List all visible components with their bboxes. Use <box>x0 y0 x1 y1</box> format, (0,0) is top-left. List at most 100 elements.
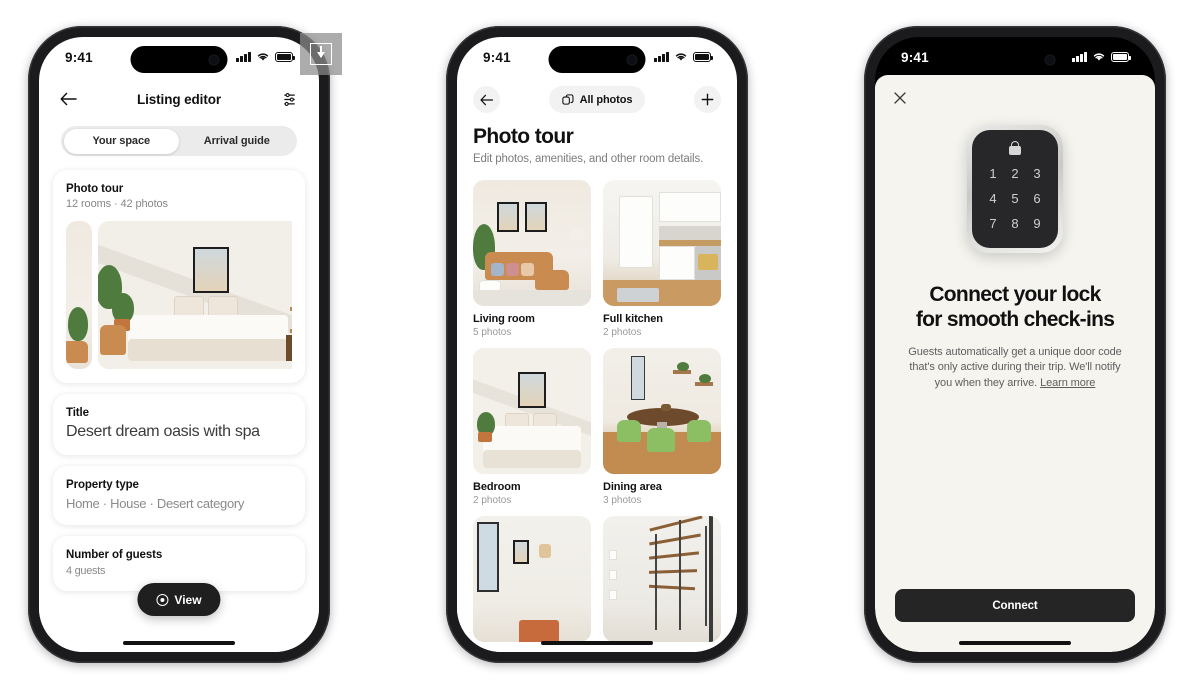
keypad-key: 3 <box>1033 166 1041 181</box>
keypad-key: 5 <box>1011 191 1019 206</box>
phone-1-screen: 9:41 Listing editor Your space Arrival g… <box>39 37 319 652</box>
room-tile-bedroom[interactable]: Bedroom 2 photos <box>473 348 591 506</box>
keypad-key: 1 <box>989 166 997 181</box>
room-photo[interactable] <box>473 516 591 642</box>
room-tile-dining-area[interactable]: Dining area 3 photos <box>603 348 721 506</box>
room-grid: Living room 5 photos Full kitchen 2 phot… <box>473 180 721 649</box>
keypad-key: 9 <box>1033 216 1041 231</box>
connect-button[interactable]: Connect <box>895 589 1135 622</box>
photos-stack-icon <box>561 93 574 105</box>
home-indicator <box>541 640 653 645</box>
lock-keypad-face: 1 2 3 4 5 6 7 8 9 <box>972 130 1058 248</box>
plus-icon[interactable] <box>694 86 721 113</box>
room-photo-count: 2 photos <box>473 495 512 506</box>
home-indicator <box>123 640 235 645</box>
carousel-photo-prev[interactable] <box>66 221 92 369</box>
card-title: Title <box>66 407 89 419</box>
view-button[interactable]: View <box>137 583 221 616</box>
page-subheading: Edit photos, amenities, and other room d… <box>473 153 704 165</box>
wifi-icon <box>675 53 687 61</box>
keypad-key: 6 <box>1033 191 1041 206</box>
room-name: Bedroom <box>473 481 521 493</box>
phone-3-connect-lock: 9:41 1 2 3 4 5 6 7 8 9 Connect your lock… <box>864 26 1166 663</box>
card-title: Photo tour <box>66 183 124 195</box>
cellular-signal-icon <box>654 51 669 62</box>
carousel-photo-current[interactable] <box>98 221 292 369</box>
card-value: Home · House · Desert category <box>66 496 245 511</box>
keypad-key: 4 <box>989 191 997 206</box>
card-title: Number of guests <box>66 549 163 561</box>
close-icon[interactable] <box>893 91 911 109</box>
room-photo[interactable] <box>473 180 591 306</box>
room-photo[interactable] <box>603 180 721 306</box>
tab-arrival-guide[interactable]: Arrival guide <box>179 129 295 154</box>
keypad-key: 7 <box>989 216 997 231</box>
room-tile-living-room[interactable]: Living room 5 photos <box>473 180 591 338</box>
battery-icon <box>275 51 296 62</box>
card-title-field[interactable]: Title Desert dream oasis with spa <box>53 394 305 455</box>
segmented-control[interactable]: Your space Arrival guide <box>61 126 297 156</box>
title-line-2: for smooth check-ins <box>915 307 1115 331</box>
sliders-icon[interactable] <box>279 88 301 110</box>
navigation-bar-1: Listing editor <box>39 83 319 120</box>
view-button-label: View <box>174 592 202 607</box>
keypad-key: 8 <box>1011 216 1019 231</box>
learn-more-link[interactable]: Learn more <box>1040 377 1095 389</box>
wifi-icon <box>1093 53 1105 61</box>
card-value: Desert dream oasis with spa <box>66 423 260 440</box>
status-time: 9:41 <box>483 50 511 65</box>
room-photo[interactable] <box>603 516 721 642</box>
back-arrow-icon[interactable] <box>57 88 79 110</box>
wifi-icon <box>257 53 269 61</box>
room-photo-count: 2 photos <box>603 327 642 338</box>
status-time: 9:41 <box>65 50 93 65</box>
phone-2-content: All photos Photo tour Edit photos, ameni… <box>457 83 737 652</box>
lock-illustration: 1 2 3 4 5 6 7 8 9 Connect your lock for … <box>875 109 1155 589</box>
title-line-1: Connect your lock <box>929 283 1101 306</box>
card-photo-tour[interactable]: Photo tour 12 rooms · 42 photos <box>53 170 305 383</box>
phone-2-photo-tour: 9:41 All photos Photo tour Edit photos, … <box>446 26 748 663</box>
card-title: Property type <box>66 479 139 491</box>
all-photos-label: All photos <box>579 93 633 106</box>
page-heading: Photo tour <box>473 125 574 148</box>
room-photo[interactable] <box>603 348 721 474</box>
room-tile-staircase[interactable] <box>603 516 721 649</box>
photo-carousel[interactable] <box>66 221 292 369</box>
cellular-signal-icon <box>236 51 251 62</box>
status-time: 9:41 <box>901 50 929 65</box>
phone-1-listing-editor: 9:41 Listing editor Your space Arrival g… <box>28 26 330 663</box>
download-icon[interactable] <box>300 33 342 75</box>
phone-2-screen: 9:41 All photos Photo tour Edit photos, … <box>457 37 737 652</box>
room-tile-full-kitchen[interactable]: Full kitchen 2 photos <box>603 180 721 338</box>
connect-lock-title: Connect your lock for smooth check-ins <box>900 283 1130 333</box>
room-name: Living room <box>473 313 535 325</box>
navigation-bar-2: All photos <box>473 83 721 125</box>
card-property-type[interactable]: Property type Home · House · Desert cate… <box>53 466 305 525</box>
room-photo[interactable] <box>473 348 591 474</box>
room-photo-count: 5 photos <box>473 327 512 338</box>
home-indicator <box>959 640 1071 645</box>
cellular-signal-icon <box>1072 51 1087 62</box>
room-name: Full kitchen <box>603 313 663 325</box>
smart-lock-device: 1 2 3 4 5 6 7 8 9 <box>967 125 1063 253</box>
dynamic-island <box>130 46 228 73</box>
lock-keypad: 1 2 3 4 5 6 7 8 9 <box>982 166 1048 231</box>
dynamic-island <box>966 46 1064 73</box>
tab-your-space[interactable]: Your space <box>63 128 179 154</box>
room-tile-hallway[interactable] <box>473 516 591 649</box>
battery-icon <box>693 51 714 62</box>
keypad-key: 2 <box>1011 166 1019 181</box>
card-value: 4 guests <box>66 565 106 577</box>
screenshot-stage: 9:41 Listing editor Your space Arrival g… <box>0 0 1200 687</box>
dynamic-island <box>548 46 646 73</box>
back-arrow-icon[interactable] <box>473 86 500 113</box>
connect-lock-description: Guests automatically get a unique door c… <box>875 345 1155 393</box>
all-photos-button[interactable]: All photos <box>548 86 646 113</box>
room-photo-count: 3 photos <box>603 495 642 506</box>
card-subtitle: 12 rooms · 42 photos <box>66 198 168 210</box>
phone-1-content: Listing editor Your space Arrival guide <box>39 83 319 652</box>
page-title: Listing editor <box>136 91 222 107</box>
connect-lock-sheet: 1 2 3 4 5 6 7 8 9 Connect your lock for … <box>875 68 1155 652</box>
phone-3-screen: 9:41 1 2 3 4 5 6 7 8 9 Connect your lock… <box>875 37 1155 652</box>
listing-cards-scroll[interactable]: Photo tour 12 rooms · 42 photos Title De… <box>39 170 319 591</box>
